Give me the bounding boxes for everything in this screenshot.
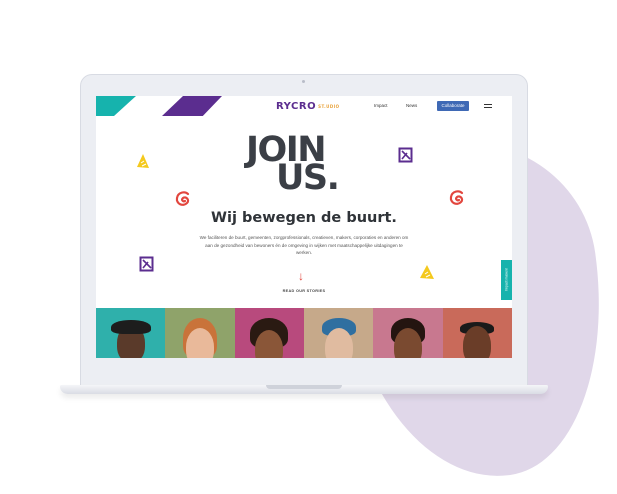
collaborate-button[interactable]: Collaborate <box>437 101 469 111</box>
spiral-red-icon <box>175 191 190 206</box>
teal-stripe <box>96 96 136 116</box>
hero-headline: Wij bewegen de buurt. <box>211 210 397 226</box>
purple-stripe <box>162 96 222 116</box>
triangle-yellow-icon <box>420 265 434 279</box>
person-photo <box>373 308 443 358</box>
person-photo <box>234 308 304 358</box>
join-us-heading: JOIN US. <box>246 133 366 196</box>
read-stories-link[interactable]: READ OUR STORIES <box>96 289 512 293</box>
person-photo <box>165 308 235 358</box>
nav-impact[interactable]: Impact <box>374 103 388 108</box>
square-purple-icon <box>139 256 154 272</box>
logo-main-text: RYCRO <box>276 100 317 112</box>
site-logo[interactable]: RYCRO ST.UDIO <box>276 100 340 112</box>
logo-sub-text: ST.UDIO <box>318 103 340 109</box>
person-photo <box>303 308 374 358</box>
person-photo <box>96 308 166 358</box>
nav-news[interactable]: News <box>406 103 417 108</box>
side-tab-label: Impact maken! <box>504 268 509 292</box>
photo-strip <box>96 308 512 358</box>
triangle-yellow-icon <box>137 154 149 168</box>
person-photo <box>442 308 512 358</box>
hero-paragraph: We faciliteren de buurt, gemeenten, zorg… <box>199 235 409 255</box>
square-purple-icon <box>398 147 413 163</box>
laptop-screen: RYCRO ST.UDIO Impact News Collaborate JO… <box>96 96 512 358</box>
impact-side-tab[interactable]: Impact maken! <box>501 260 512 300</box>
laptop-camera <box>302 80 305 83</box>
spiral-red-icon <box>449 190 464 205</box>
down-arrow-icon[interactable]: ↓ <box>298 270 304 282</box>
laptop-notch <box>266 385 342 389</box>
hamburger-menu-icon[interactable] <box>484 104 492 110</box>
